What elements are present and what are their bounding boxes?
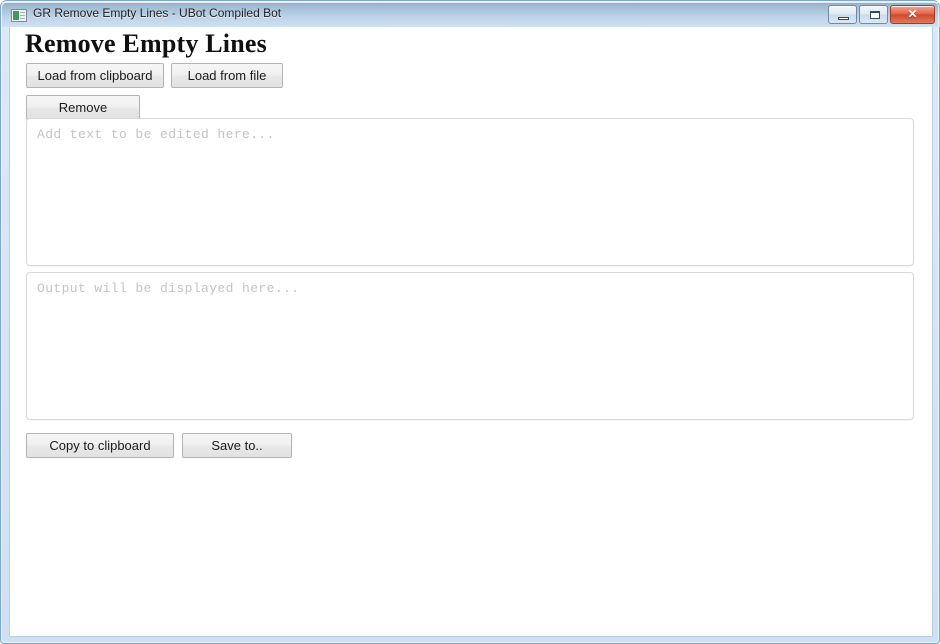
titlebar-highlight xyxy=(2,2,940,3)
title-bar[interactable]: GR Remove Empty Lines - UBot Compiled Bo… xyxy=(2,2,940,27)
input-placeholder: Add text to be edited here... xyxy=(37,127,275,142)
maximize-button[interactable] xyxy=(859,5,888,24)
save-to-button[interactable]: Save to.. xyxy=(182,433,292,458)
close-icon: ✕ xyxy=(907,7,918,21)
input-textarea[interactable]: Add text to be edited here... xyxy=(26,118,914,266)
window-title: GR Remove Empty Lines - UBot Compiled Bo… xyxy=(33,6,282,20)
page-title: Remove Empty Lines xyxy=(25,29,267,58)
output-textarea[interactable]: Output will be displayed here... xyxy=(26,272,914,420)
load-from-clipboard-button[interactable]: Load from clipboard xyxy=(26,63,164,88)
output-placeholder: Output will be displayed here... xyxy=(37,281,300,296)
remove-button[interactable]: Remove xyxy=(26,95,140,120)
window-controls: ✕ xyxy=(828,5,935,24)
maximize-icon xyxy=(870,11,880,19)
minimize-button[interactable] xyxy=(828,5,857,24)
application-icon xyxy=(11,9,27,22)
copy-to-clipboard-button[interactable]: Copy to clipboard xyxy=(26,433,174,458)
client-area: Remove Empty Lines Load from clipboard L… xyxy=(9,27,933,637)
load-from-file-button[interactable]: Load from file xyxy=(171,63,283,88)
application-window: GR Remove Empty Lines - UBot Compiled Bo… xyxy=(0,0,940,644)
minimize-icon xyxy=(838,17,849,20)
close-button[interactable]: ✕ xyxy=(890,5,935,24)
